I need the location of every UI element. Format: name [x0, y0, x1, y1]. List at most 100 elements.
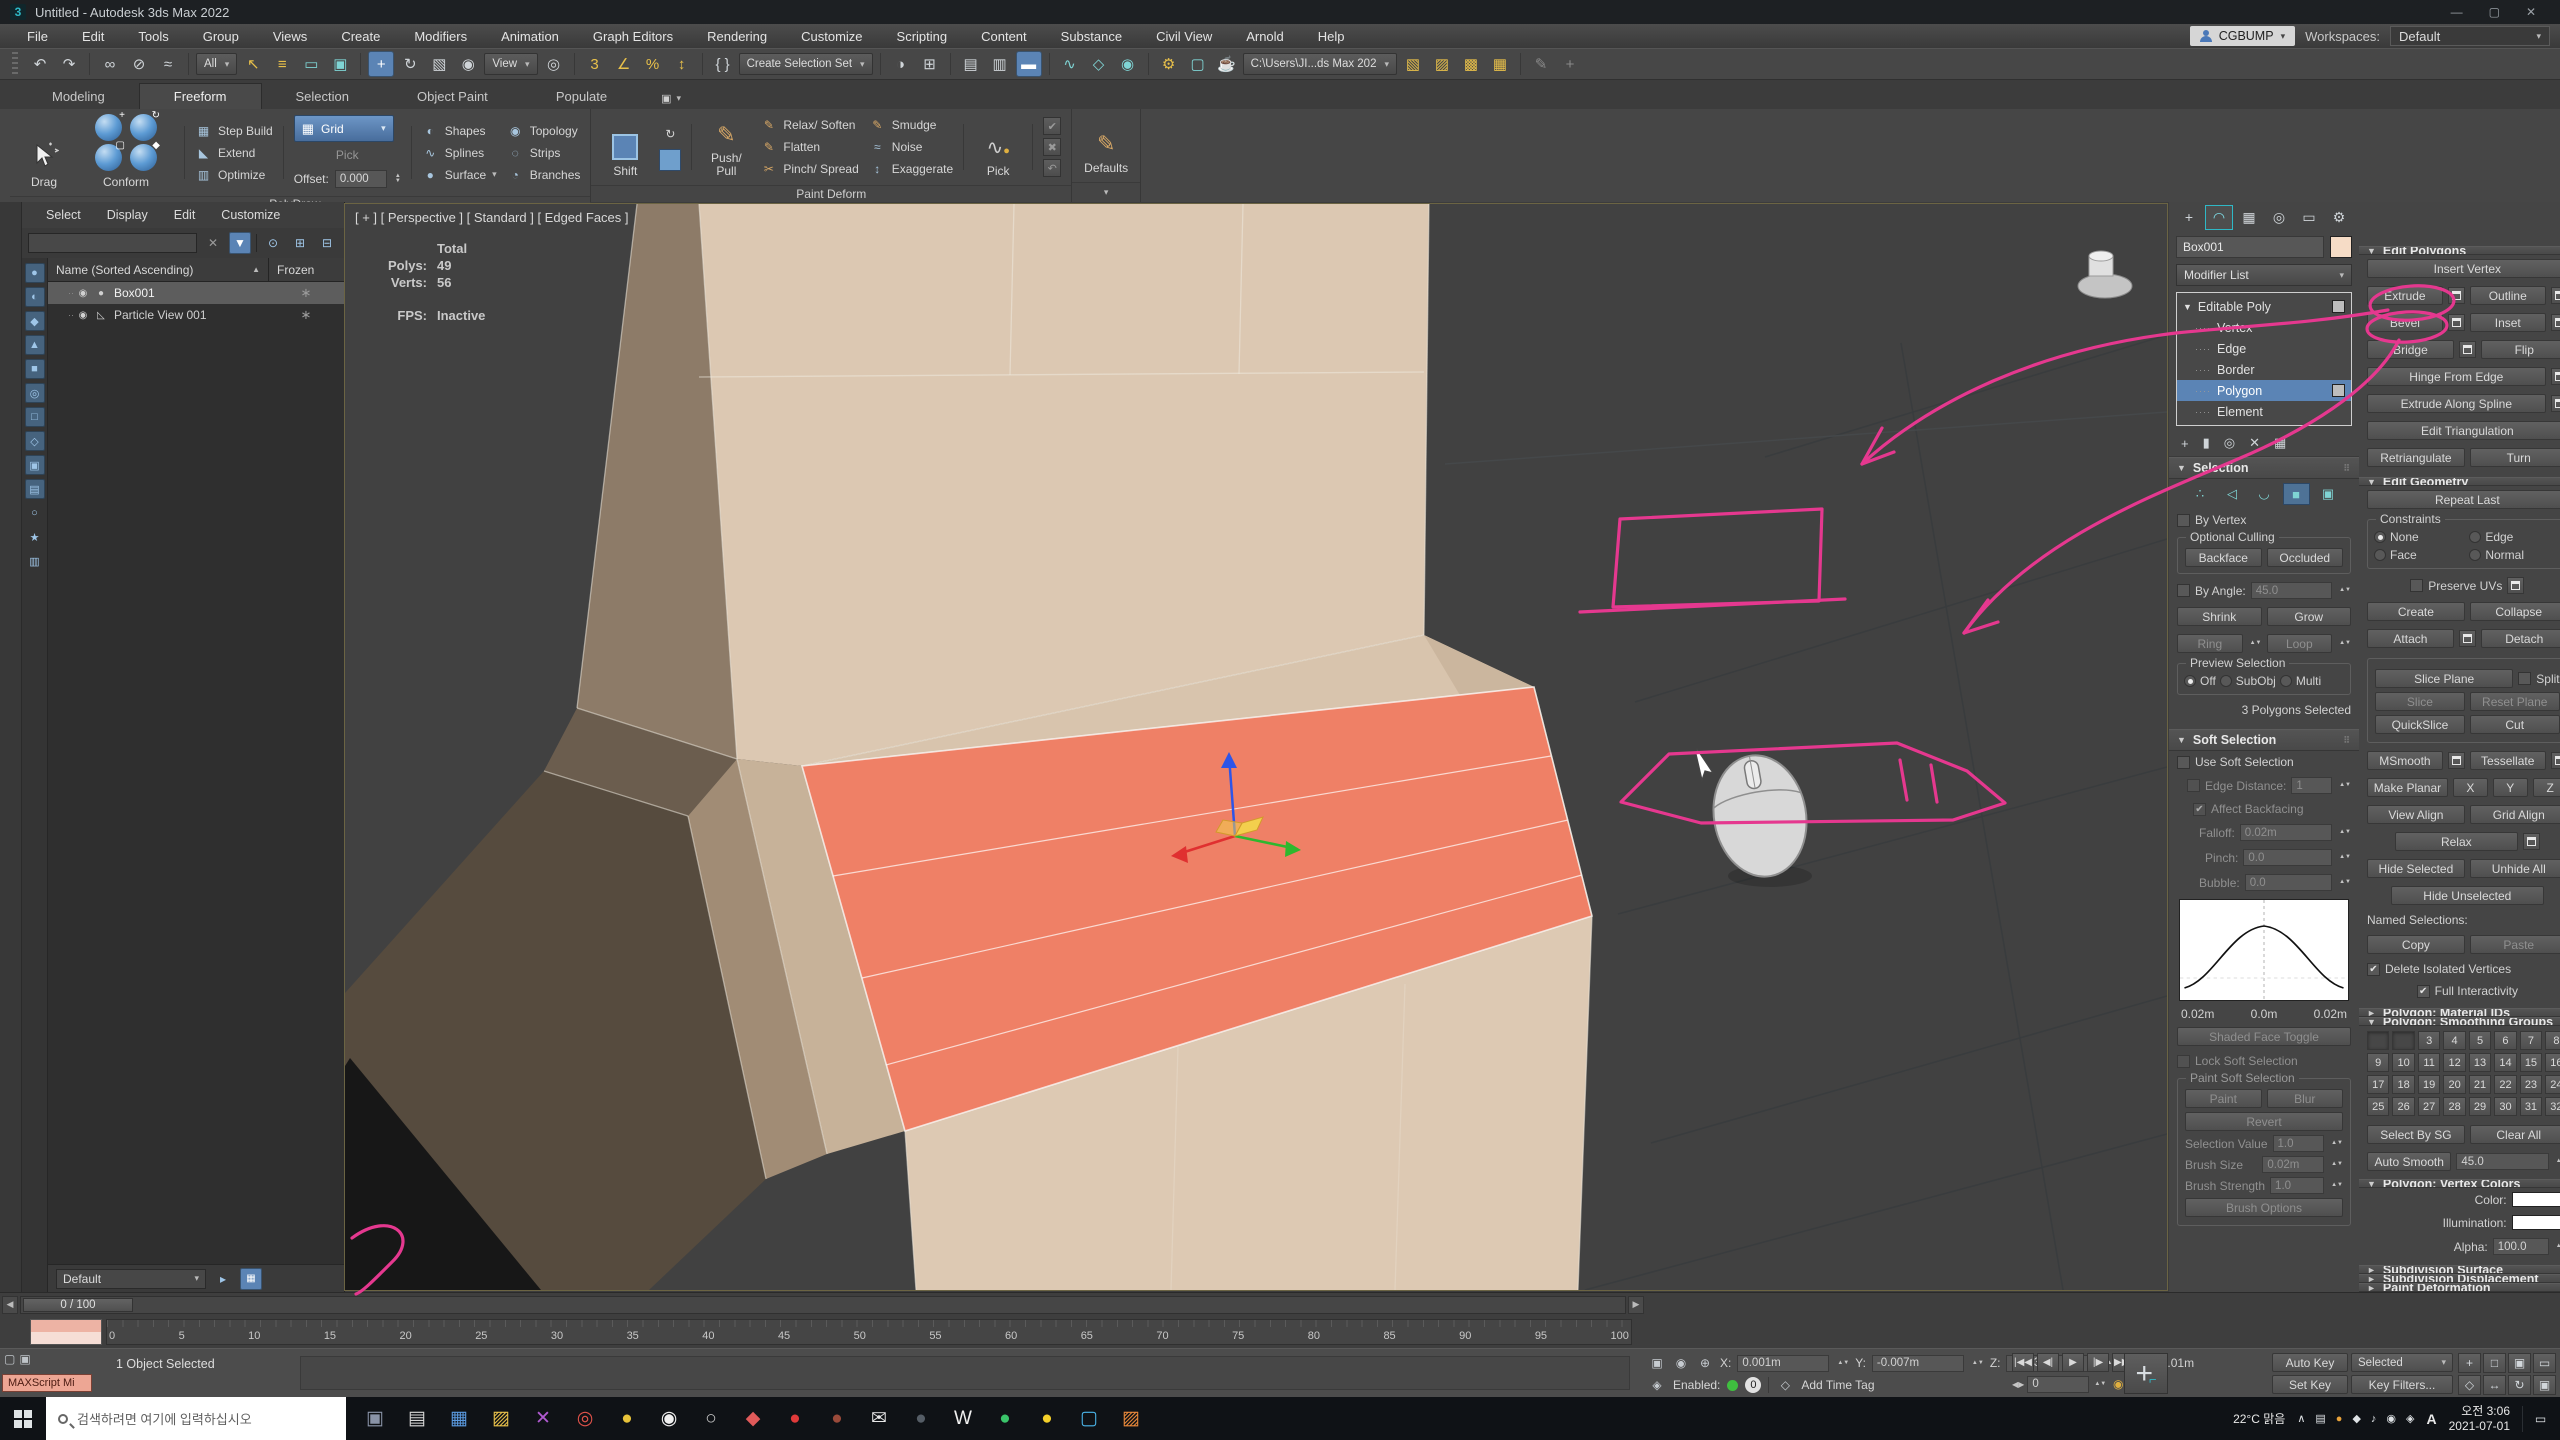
taskbar-app-icon[interactable]: ✕	[522, 1397, 564, 1440]
orbit-icon[interactable]: ↻	[2508, 1375, 2531, 1395]
smoothing-group-button[interactable]: 25	[2367, 1097, 2389, 1116]
affect-backfacing-checkbox[interactable]	[2193, 803, 2206, 816]
smoothing-group-button[interactable]: 8	[2545, 1031, 2560, 1050]
user-account-button[interactable]: CGBUMP ▾	[2190, 26, 2295, 46]
key-filters-button[interactable]: Key Filters...	[2351, 1375, 2453, 1394]
outline-button[interactable]: Outline	[2470, 286, 2546, 305]
tab-hierarchy[interactable]: ▦	[2235, 205, 2263, 230]
key-mode-dropdown[interactable]: Selected▾	[2351, 1353, 2453, 1372]
stack-item-vertex[interactable]: ····Vertex	[2177, 317, 2351, 338]
absolute-offset-toggle-icon[interactable]: ⊕	[1696, 1354, 1714, 1372]
select-by-sg-button[interactable]: Select By SG	[2367, 1125, 2465, 1144]
rollout-subdivision-surface[interactable]: ►Subdivision Surface⠿	[2359, 1265, 2560, 1274]
viewport-label[interactable]: [ + ] [ Perspective ] [ Standard ] [ Edg…	[355, 210, 629, 225]
defaults-button[interactable]: ✎ Defaults	[1082, 114, 1130, 177]
smoothing-group-button[interactable]: 14	[2494, 1053, 2516, 1072]
explorer-next-icon[interactable]: ▸	[212, 1268, 234, 1290]
taskbar-app-icon[interactable]: ✉	[858, 1397, 900, 1440]
edge-distance-field[interactable]: 1	[2291, 777, 2332, 794]
defaults-panel-label[interactable]: ▾	[1072, 182, 1140, 202]
shaded-face-toggle-button[interactable]: Shaded Face Toggle	[2177, 1027, 2351, 1046]
align-icon[interactable]: ⊞	[917, 51, 943, 77]
attach-settings-icon[interactable]	[2459, 630, 2476, 647]
maxscript-listener-label[interactable]: MAXScript Mi	[2, 1374, 92, 1392]
configure-modifier-sets-icon[interactable]: ▦	[2274, 435, 2286, 451]
display-containers-icon[interactable]: ▤	[25, 479, 45, 499]
time-slider-handle[interactable]: 0 / 100	[23, 1298, 133, 1312]
slice-button[interactable]: Slice	[2375, 692, 2465, 711]
subobject-border-icon[interactable]: ◡	[2251, 483, 2278, 505]
auto-smooth-field[interactable]: 45.0	[2456, 1153, 2548, 1170]
by-angle-field[interactable]: 45.0	[2251, 582, 2332, 599]
modifier-list-dropdown[interactable]: Modifier List▾	[2176, 264, 2352, 286]
revert-button[interactable]: Revert	[2185, 1112, 2343, 1131]
select-object-icon[interactable]: ↖	[240, 51, 266, 77]
select-and-rotate-icon[interactable]: ↻	[397, 51, 423, 77]
unlink-selection-icon[interactable]: ⊘	[126, 51, 152, 77]
lock-soft-selection-checkbox[interactable]	[2177, 1055, 2190, 1068]
taskbar-search[interactable]: 검색하려면 여기에 입력하십시오	[46, 1397, 346, 1440]
preview-subobj-radio[interactable]	[2220, 675, 2232, 687]
menu-item[interactable]: Rendering	[690, 24, 784, 48]
taskbar-app-icon[interactable]: ▢	[1068, 1397, 1110, 1440]
frozen-toggle-icon[interactable]: ∗	[268, 285, 344, 301]
brush-options-button[interactable]: Brush Options	[2185, 1198, 2343, 1217]
menu-item[interactable]: Substance	[1044, 24, 1139, 48]
taskbar-app-icon[interactable]: ●	[984, 1397, 1026, 1440]
y-coordinate-field[interactable]: -0.007m	[1872, 1355, 1964, 1372]
tray-network-icon[interactable]: ◉	[2386, 1412, 2396, 1425]
extend-button[interactable]: ◣Extend	[195, 142, 273, 164]
tab-utilities[interactable]: ⚙	[2325, 205, 2353, 230]
auto-smooth-button[interactable]: Auto Smooth	[2367, 1152, 2451, 1171]
select-and-move-icon[interactable]: +	[368, 51, 394, 77]
pick-deform-button[interactable]: ∿● Pick	[974, 114, 1022, 180]
menu-item[interactable]: Edit	[65, 24, 121, 48]
rollout-paint-deformation[interactable]: ►Paint Deformation⠿	[2359, 1283, 2560, 1292]
strips-button[interactable]: ◌Strips	[507, 142, 581, 164]
cut-button[interactable]: Cut	[2470, 715, 2560, 734]
drag-button[interactable]: Drag	[20, 114, 68, 191]
smudge-button[interactable]: ✎Smudge	[869, 114, 953, 136]
tab-modeling[interactable]: Modeling	[18, 84, 139, 109]
tab-object-paint[interactable]: Object Paint	[383, 84, 522, 109]
smoothing-group-button[interactable]: 4	[2443, 1031, 2465, 1050]
pinch-field[interactable]: 0.0	[2243, 849, 2332, 866]
smoothing-group-button[interactable]: 19	[2418, 1075, 2440, 1094]
collapse-button[interactable]: Collapse	[2470, 602, 2560, 621]
tray-shield-icon[interactable]: ◈	[2406, 1412, 2414, 1425]
rollout-soft-selection[interactable]: ▼Soft Selection⠿	[2169, 729, 2359, 751]
explorer-preset-dropdown[interactable]: Default▾	[56, 1269, 206, 1289]
rollout-subdivision-displacement[interactable]: ►Subdivision Displacement⠿	[2359, 1274, 2560, 1283]
redo-icon[interactable]: ↷	[56, 51, 82, 77]
make-planar-button[interactable]: Make Planar	[2367, 778, 2448, 797]
taskbar-app-icon[interactable]: ▣	[354, 1397, 396, 1440]
make-planar-y-button[interactable]: Y	[2493, 778, 2528, 797]
set-keys-button[interactable]: +⌐	[2124, 1353, 2168, 1394]
edge-distance-checkbox[interactable]	[2187, 779, 2200, 792]
menu-item[interactable]: Help	[1301, 24, 1362, 48]
data-exchange-icon[interactable]: ▩	[1458, 51, 1484, 77]
explorer-layout-icon[interactable]: ▦	[240, 1268, 262, 1290]
hide-selected-button[interactable]: Hide Selected	[2367, 859, 2465, 878]
step-build-button[interactable]: ▦Step Build	[195, 120, 273, 142]
conform-relax-icon[interactable]: ◆	[130, 144, 157, 171]
menu-item[interactable]: Modifiers	[397, 24, 484, 48]
conform-scale-icon[interactable]: ▢	[95, 144, 122, 171]
toggle-ribbon-icon[interactable]: ▬	[1016, 51, 1042, 77]
relax-soften-button[interactable]: ✎Relax/ Soften	[760, 114, 858, 136]
preview-off-radio[interactable]	[2184, 675, 2196, 687]
pan-icon[interactable]: ↔	[2483, 1375, 2506, 1395]
commit-icon[interactable]: ✔	[1043, 117, 1061, 135]
paint-button[interactable]: Paint	[2185, 1089, 2262, 1108]
by-vertex-checkbox[interactable]	[2177, 514, 2190, 527]
smoothing-group-button[interactable]: 20	[2443, 1075, 2465, 1094]
rollout-edit-polygons[interactable]: ▼Edit Polygons⠿	[2359, 246, 2560, 255]
offset-spinner[interactable]: ▲▼	[395, 174, 401, 184]
retriangulate-button[interactable]: Retriangulate	[2367, 448, 2465, 467]
perspective-viewport[interactable]: [ + ] [ Perspective ] [ Standard ] [ Edg…	[345, 204, 2167, 1290]
view-align-button[interactable]: View Align	[2367, 805, 2465, 824]
zoom-icon[interactable]: +	[2458, 1353, 2481, 1373]
flatten-button[interactable]: ✎Flatten	[760, 136, 858, 158]
backface-button[interactable]: Backface	[2185, 548, 2262, 567]
noise-button[interactable]: ≈Noise	[869, 136, 953, 158]
